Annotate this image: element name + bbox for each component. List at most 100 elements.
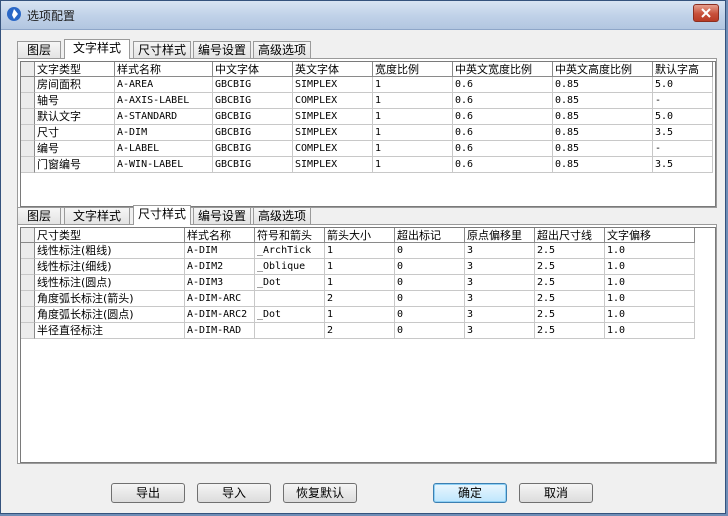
text-style-row-selector[interactable]: [21, 125, 35, 141]
text-style-cell[interactable]: 房间面积: [35, 77, 115, 93]
text-style-cell[interactable]: COMPLEX: [293, 93, 373, 109]
text-style-row-selector[interactable]: [21, 77, 35, 93]
dim-style-cell[interactable]: A-DIM-ARC: [185, 291, 255, 307]
restore-default-button[interactable]: 恢复默认: [283, 483, 357, 503]
text-style-cell[interactable]: GBCBIG: [213, 109, 293, 125]
text-style-cell[interactable]: 尺寸: [35, 125, 115, 141]
dim-style-cell[interactable]: 1: [325, 243, 395, 259]
text-style-column-header[interactable]: 文字类型: [35, 62, 115, 77]
text-style-cell[interactable]: GBCBIG: [213, 157, 293, 173]
text-style-cell[interactable]: 1: [373, 125, 453, 141]
text-style-cell[interactable]: 门窗编号: [35, 157, 115, 173]
dim-style-row-selector[interactable]: [21, 259, 35, 275]
dim-style-cell[interactable]: 1: [325, 307, 395, 323]
text-style-cell[interactable]: A-DIM: [115, 125, 213, 141]
dim-style-cell[interactable]: 3: [465, 259, 535, 275]
text-style-cell[interactable]: 0.85: [553, 141, 653, 157]
dim-style-cell[interactable]: 0: [395, 323, 465, 339]
text-style-cell[interactable]: COMPLEX: [293, 141, 373, 157]
dim-style-cell[interactable]: 1: [325, 275, 395, 291]
dim-style-cell[interactable]: 1.0: [605, 243, 695, 259]
text-style-cell[interactable]: 5.0: [653, 109, 713, 125]
text-style-cell[interactable]: SIMPLEX: [293, 125, 373, 141]
dim-style-cell[interactable]: 2.5: [535, 323, 605, 339]
dim-style-cell[interactable]: 0: [395, 291, 465, 307]
text-style-cell[interactable]: SIMPLEX: [293, 77, 373, 93]
dim-style-cell[interactable]: 2.5: [535, 259, 605, 275]
dim-style-cell[interactable]: 1: [325, 259, 395, 275]
text-style-cell[interactable]: GBCBIG: [213, 93, 293, 109]
dim-style-cell[interactable]: A-DIM2: [185, 259, 255, 275]
dim-style-cell[interactable]: 2.5: [535, 275, 605, 291]
dim-style-cell[interactable]: 0: [395, 275, 465, 291]
dim-style-row-selector[interactable]: [21, 243, 35, 259]
text-style-cell[interactable]: 0.6: [453, 157, 553, 173]
dim-style-column-header[interactable]: 尺寸类型: [35, 228, 185, 243]
dim-style-cell[interactable]: 1.0: [605, 307, 695, 323]
text-style-cell[interactable]: 默认文字: [35, 109, 115, 125]
dim-style-cell[interactable]: 线性标注(粗线): [35, 243, 185, 259]
dim-style-cell[interactable]: 1.0: [605, 259, 695, 275]
text-style-cell[interactable]: -: [653, 93, 713, 109]
text-style-cell[interactable]: 0.6: [453, 109, 553, 125]
dim-style-cell[interactable]: A-DIM-ARC2: [185, 307, 255, 323]
bottom-tab-layers[interactable]: 图层: [17, 207, 61, 224]
text-style-column-header[interactable]: 宽度比例: [373, 62, 453, 77]
dim-style-cell[interactable]: 3: [465, 307, 535, 323]
text-style-cell[interactable]: 1: [373, 141, 453, 157]
text-style-row-selector[interactable]: [21, 141, 35, 157]
text-style-cell[interactable]: GBCBIG: [213, 125, 293, 141]
dim-style-column-header[interactable]: 箭头大小: [325, 228, 395, 243]
text-style-cell[interactable]: -: [653, 141, 713, 157]
dim-style-cell[interactable]: _Oblique: [255, 259, 325, 275]
import-button[interactable]: 导入: [197, 483, 271, 503]
dim-style-cell[interactable]: 3: [465, 275, 535, 291]
dim-style-cell[interactable]: 0: [395, 259, 465, 275]
dim-style-column-header[interactable]: 样式名称: [185, 228, 255, 243]
text-style-cell[interactable]: 0.85: [553, 109, 653, 125]
text-style-cell[interactable]: GBCBIG: [213, 141, 293, 157]
dim-style-cell[interactable]: [255, 323, 325, 339]
text-style-cell[interactable]: A-AXIS-LABEL: [115, 93, 213, 109]
text-style-row-selector[interactable]: [21, 93, 35, 109]
text-style-cell[interactable]: 0.85: [553, 93, 653, 109]
text-style-cell[interactable]: 3.5: [653, 125, 713, 141]
text-style-column-header[interactable]: 中英文宽度比例: [453, 62, 553, 77]
dim-style-cell[interactable]: 线性标注(圆点): [35, 275, 185, 291]
text-style-cell[interactable]: 0.85: [553, 157, 653, 173]
dim-style-cell[interactable]: 半径直径标注: [35, 323, 185, 339]
top-tab-dim-style[interactable]: 尺寸样式: [133, 41, 191, 58]
text-style-cell[interactable]: 0.6: [453, 141, 553, 157]
dim-style-cell[interactable]: 2.5: [535, 291, 605, 307]
text-style-cell[interactable]: GBCBIG: [213, 77, 293, 93]
dim-style-row-selector[interactable]: [21, 291, 35, 307]
top-tab-numbering[interactable]: 编号设置: [193, 41, 251, 58]
text-style-column-header[interactable]: 中文字体: [213, 62, 293, 77]
dim-style-row-selector[interactable]: [21, 307, 35, 323]
dim-style-cell[interactable]: 角度弧长标注(箭头): [35, 291, 185, 307]
dim-style-cell[interactable]: 2.5: [535, 307, 605, 323]
dim-style-column-header[interactable]: 符号和箭头: [255, 228, 325, 243]
dim-style-cell[interactable]: A-DIM-RAD: [185, 323, 255, 339]
dim-style-cell[interactable]: A-DIM3: [185, 275, 255, 291]
text-style-cell[interactable]: SIMPLEX: [293, 109, 373, 125]
top-tab-layers[interactable]: 图层: [17, 41, 61, 58]
text-style-cell[interactable]: 3.5: [653, 157, 713, 173]
dim-style-cell[interactable]: 2.5: [535, 243, 605, 259]
dim-style-cell[interactable]: [255, 291, 325, 307]
text-style-column-header[interactable]: 样式名称: [115, 62, 213, 77]
bottom-tab-advanced[interactable]: 高级选项: [253, 207, 311, 224]
ok-button[interactable]: 确定: [433, 483, 507, 503]
text-style-cell[interactable]: 0.6: [453, 93, 553, 109]
dim-style-column-header[interactable]: 原点偏移里: [465, 228, 535, 243]
cancel-button[interactable]: 取消: [519, 483, 593, 503]
text-style-column-header[interactable]: 中英文高度比例: [553, 62, 653, 77]
dim-style-cell[interactable]: 1.0: [605, 291, 695, 307]
text-style-cell[interactable]: 轴号: [35, 93, 115, 109]
dim-style-row-selector[interactable]: [21, 275, 35, 291]
text-style-cell[interactable]: 1: [373, 77, 453, 93]
dim-style-cell[interactable]: 1.0: [605, 275, 695, 291]
dim-style-cell[interactable]: 1.0: [605, 323, 695, 339]
text-style-cell[interactable]: 5.0: [653, 77, 713, 93]
top-tab-text-style[interactable]: 文字样式: [64, 39, 130, 59]
